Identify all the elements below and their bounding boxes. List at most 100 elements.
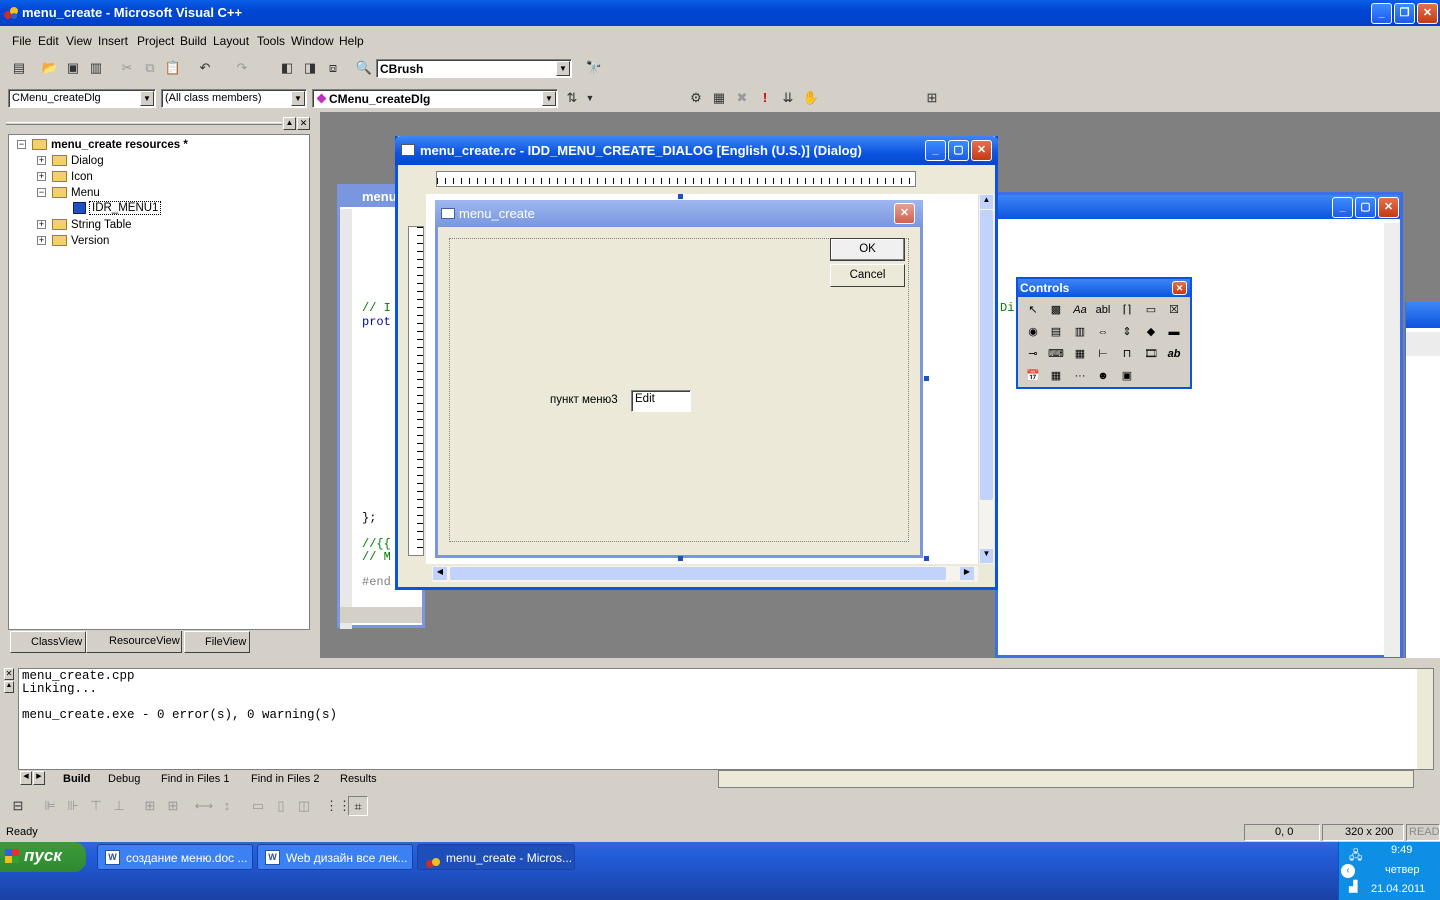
month-calendar-icon[interactable]: ▦: [1047, 367, 1065, 385]
spin-icon[interactable]: ◆: [1142, 323, 1160, 341]
window-list-icon[interactable]: ⧈: [323, 58, 343, 78]
list-box-icon[interactable]: ▥: [1071, 323, 1089, 341]
dialog-preview[interactable]: menu_create ✕ OK Cancel пункт меню3 Edit: [435, 200, 923, 558]
close-pane-icon[interactable]: ✕: [4, 668, 14, 680]
space-across-icon[interactable]: ⟷: [194, 796, 214, 816]
selection-handle[interactable]: [678, 556, 683, 561]
toggle-guides-icon[interactable]: ⌗: [348, 796, 368, 816]
scroll-up-icon[interactable]: ▲: [980, 195, 993, 209]
redo-icon[interactable]: ↷: [232, 58, 252, 78]
breakpoint-hand-icon[interactable]: ✋: [801, 88, 821, 108]
tree-item-string-table[interactable]: + String Table: [37, 219, 132, 231]
tree-item-menu[interactable]: − Menu: [37, 187, 100, 199]
wizard-action-icon[interactable]: ⇅: [562, 88, 582, 108]
save-icon[interactable]: ▣: [63, 58, 83, 78]
filter-combo[interactable]: (All class members) ▼: [161, 89, 307, 108]
hotkey-icon[interactable]: ⌨: [1047, 345, 1065, 363]
rich-edit-icon[interactable]: ab: [1165, 345, 1183, 363]
same-size-icon[interactable]: ◫: [294, 796, 314, 816]
dialog-close-button[interactable]: ✕: [894, 203, 915, 224]
scroll-down-icon[interactable]: ▼: [980, 549, 993, 563]
close-pane-icon[interactable]: ✕: [297, 117, 310, 130]
selection-handle[interactable]: [924, 556, 929, 561]
signal-icon[interactable]: ▟: [1349, 880, 1357, 893]
v-scrollbar-icon[interactable]: ⇕: [1118, 323, 1136, 341]
execute-icon[interactable]: !: [755, 88, 775, 108]
extended-combo-icon[interactable]: ▣: [1118, 367, 1136, 385]
scroll-right-icon[interactable]: ▶: [33, 771, 45, 785]
tree-item-idr-menu1[interactable]: IDR_MENU1: [73, 201, 162, 216]
center-horizontal-icon[interactable]: ⊞: [163, 796, 183, 816]
chevron-down-icon[interactable]: ▼: [542, 91, 556, 106]
close-controls-button[interactable]: ✕: [1172, 281, 1187, 295]
test-dialog-icon[interactable]: ⊞: [922, 88, 942, 108]
task-button-msvc[interactable]: menu_create - Micros...: [417, 844, 575, 870]
align-left-icon[interactable]: ⊫: [40, 796, 60, 816]
start-button[interactable]: пуск: [0, 842, 86, 872]
minimize-button[interactable]: _: [1332, 197, 1353, 218]
member-combo[interactable]: CMenu_createDlg ▼: [312, 89, 558, 108]
ok-button[interactable]: OK: [830, 238, 905, 261]
edit-control[interactable]: Edit: [631, 390, 691, 412]
undo-icon[interactable]: ↶: [195, 58, 215, 78]
tab-debug[interactable]: Debug: [108, 773, 140, 785]
find-combo[interactable]: CBrush ▼: [376, 59, 572, 78]
close-button[interactable]: ✕: [1378, 197, 1399, 218]
minimize-button[interactable]: _: [925, 140, 946, 161]
open-folder-icon[interactable]: 📂: [40, 58, 60, 78]
align-right-icon[interactable]: ⊪: [63, 796, 83, 816]
menu-window[interactable]: Window: [291, 34, 334, 48]
menu-layout[interactable]: Layout: [213, 34, 249, 48]
menu-edit[interactable]: Edit: [38, 34, 59, 48]
align-bottom-icon[interactable]: ⊥: [109, 796, 129, 816]
tab-resourceview[interactable]: ResourceView: [86, 631, 182, 653]
tree-root[interactable]: − menu_create resources *: [17, 139, 188, 151]
maximize-button[interactable]: ▢: [1355, 197, 1376, 218]
chevron-down-icon[interactable]: ▼: [291, 91, 305, 106]
list-control-icon[interactable]: ▦: [1071, 345, 1089, 363]
menu-help[interactable]: Help: [339, 34, 364, 48]
tree-control-icon[interactable]: ⊢: [1094, 345, 1112, 363]
new-text-file-icon[interactable]: ▤: [9, 58, 29, 78]
same-width-icon[interactable]: ▭: [248, 796, 268, 816]
show-hidden-icons-icon[interactable]: ‹: [1341, 864, 1355, 878]
space-down-icon[interactable]: ↕: [217, 796, 237, 816]
progress-icon[interactable]: ▬: [1165, 323, 1183, 341]
button-icon[interactable]: ▭: [1142, 301, 1160, 319]
workspace-icon[interactable]: ◧: [277, 58, 297, 78]
output-vscrollbar[interactable]: [1417, 669, 1433, 769]
close-button[interactable]: ✕: [1417, 3, 1438, 24]
cancel-button[interactable]: Cancel: [830, 264, 905, 287]
scroll-thumb[interactable]: [980, 210, 993, 500]
align-top-icon[interactable]: ⊤: [86, 796, 106, 816]
find-icon[interactable]: 🔭: [584, 58, 604, 78]
menu-project[interactable]: Project: [137, 34, 174, 48]
tab-find-in-files-2[interactable]: Find in Files 2: [251, 773, 319, 785]
menu-insert[interactable]: Insert: [98, 34, 128, 48]
slider-icon[interactable]: ⊸: [1024, 345, 1042, 363]
build-icon[interactable]: ▦: [709, 88, 729, 108]
selection-handle[interactable]: [678, 194, 683, 199]
toggle-grid-icon[interactable]: ⋮⋮: [325, 796, 351, 816]
group-box-icon[interactable]: ⌈⌉: [1118, 301, 1136, 319]
tab-results[interactable]: Results: [340, 773, 377, 785]
static-label[interactable]: пункт меню3: [550, 394, 618, 406]
radio-button-icon[interactable]: ◉: [1024, 323, 1042, 341]
tab-build[interactable]: Build: [63, 773, 91, 785]
tab-classview[interactable]: ClassView: [10, 631, 86, 653]
test-dialog-icon[interactable]: ⊟: [8, 796, 28, 816]
custom-control-icon[interactable]: ☻: [1094, 367, 1112, 385]
task-button-web[interactable]: W Web дизайн все лек...: [257, 844, 413, 870]
chevron-down-icon[interactable]: ▼: [140, 91, 154, 106]
menu-build[interactable]: Build: [180, 34, 207, 48]
combo-box-icon[interactable]: ▤: [1047, 323, 1065, 341]
tab-control-icon[interactable]: ⊓: [1118, 345, 1136, 363]
date-picker-icon[interactable]: 📅: [1024, 367, 1042, 385]
chevron-down-icon[interactable]: ▼: [580, 88, 600, 108]
rc-vscrollbar[interactable]: ▲ ▼: [978, 194, 994, 564]
tree-item-version[interactable]: + Version: [37, 235, 109, 247]
output-icon[interactable]: ◨: [300, 58, 320, 78]
rc-hscrollbar[interactable]: ◀ ▶: [432, 566, 978, 582]
compile-icon[interactable]: ⚙: [686, 88, 706, 108]
edit-box-icon[interactable]: abl: [1094, 301, 1112, 319]
